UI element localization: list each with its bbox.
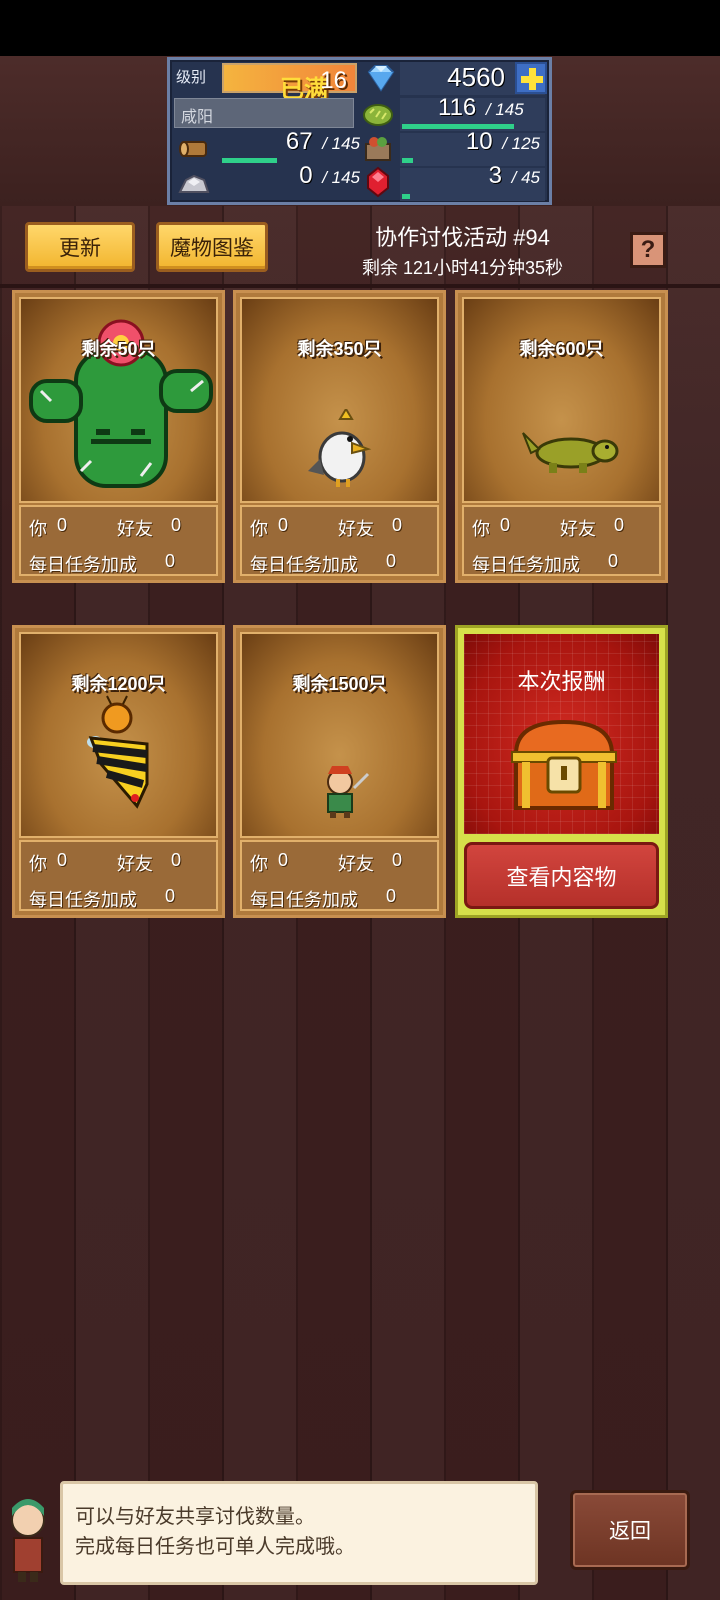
- monster-portrait: 剩余600只: [462, 297, 661, 503]
- friends-count: 0: [171, 850, 182, 870]
- monster-card-lizard[interactable]: 剩余600只 你 0 好友 0 每日任务加成 0: [455, 290, 668, 583]
- ruby-progress-bar: [402, 194, 410, 199]
- crop-current: 116: [438, 94, 477, 121]
- friends-count: 0: [171, 515, 182, 535]
- food-max: / 125: [502, 134, 540, 153]
- daily-bonus-label: 每日任务加成: [29, 555, 137, 575]
- resource-panel: 级别 已满 16 4560 咸阳 116 / 145 67 / 145 10 /…: [167, 57, 552, 205]
- remaining-count: 剩余50只: [81, 339, 156, 359]
- reward-panel: 本次报酬: [464, 634, 659, 834]
- card-stats: 你 0 好友 0 每日任务加成 0: [240, 840, 439, 911]
- ore-icon: [176, 166, 212, 198]
- wood-max: / 145: [322, 134, 360, 153]
- daily-bonus-count: 0: [386, 886, 397, 906]
- help-button[interactable]: ?: [630, 232, 666, 268]
- daily-bonus-label: 每日任务加成: [250, 555, 358, 575]
- monster-card-bandit[interactable]: 剩余1500只 你 0 好友 0 每日任务加成 0: [233, 625, 446, 918]
- level-number: 16: [320, 67, 347, 94]
- level-bar: 已满 16: [222, 63, 357, 103]
- you-label: 你: [472, 519, 490, 539]
- crop-values: 116 / 145: [438, 94, 524, 122]
- daily-bonus-count: 0: [165, 886, 176, 906]
- event-time-remaining: 剩余 121小时41分钟35秒: [361, 258, 564, 278]
- friends-count: 0: [392, 515, 403, 535]
- food-values: 10 / 125: [400, 128, 540, 156]
- ore-max: / 145: [322, 168, 360, 187]
- monster-portrait: 剩余50只: [19, 297, 218, 503]
- friends-label: 好友: [338, 854, 374, 874]
- city-name: 咸阳: [174, 98, 354, 128]
- friends-count: 0: [392, 850, 403, 870]
- lizard-monster-icon: [522, 432, 619, 473]
- daily-bonus-count: 0: [608, 551, 619, 571]
- remaining-count: 剩余600只: [519, 339, 604, 359]
- card-stats: 你 0 好友 0 每日任务加成 0: [19, 505, 218, 576]
- gem-count: 4560: [447, 62, 505, 92]
- crop-icon: [360, 97, 396, 129]
- you-count: 0: [278, 515, 289, 535]
- monster-card-cactus[interactable]: 剩余50只 你 0 好友 0 每日任务加成 0: [12, 290, 225, 583]
- friends-label: 好友: [117, 854, 153, 874]
- card-stats: 你 0 好友 0 每日任务加成 0: [462, 505, 661, 576]
- ruby-values: 3 / 45: [400, 162, 540, 190]
- daily-bonus-count: 0: [386, 551, 397, 571]
- guide-character-avatar: [0, 1490, 56, 1586]
- back-button[interactable]: 返回: [570, 1490, 690, 1570]
- friends-label: 好友: [560, 519, 596, 539]
- you-count: 0: [500, 515, 511, 535]
- ruby-icon: [360, 166, 396, 198]
- card-stats: 你 0 好友 0 每日任务加成 0: [19, 840, 218, 911]
- remaining-count: 剩余350只: [297, 339, 382, 359]
- diamond-icon: [363, 62, 399, 94]
- bird-monster-icon: [308, 409, 372, 487]
- you-label: 你: [250, 519, 268, 539]
- food-icon: [360, 132, 396, 164]
- bee-monster-icon: [87, 695, 149, 809]
- crop-max: / 145: [485, 100, 524, 119]
- ruby-current: 3: [488, 162, 502, 189]
- daily-bonus-label: 每日任务加成: [250, 890, 358, 910]
- remaining-count: 剩余1500只: [292, 674, 387, 694]
- treasure-chest-icon: [511, 719, 617, 810]
- reward-title: 本次报酬: [517, 669, 606, 694]
- tip-line-2: 完成每日任务也可单人完成哦。: [75, 1536, 355, 1558]
- event-title: 协作讨伐活动 #94: [375, 225, 550, 250]
- you-label: 你: [29, 519, 47, 539]
- you-count: 0: [57, 515, 68, 535]
- ruby-max: / 45: [511, 168, 540, 187]
- level-label: 级别: [176, 69, 207, 86]
- friends-count: 0: [614, 515, 625, 535]
- add-gems-button[interactable]: [515, 62, 547, 94]
- card-stats: 你 0 好友 0 每日任务加成 0: [240, 505, 439, 576]
- daily-bonus-label: 每日任务加成: [29, 890, 137, 910]
- you-label: 你: [29, 854, 47, 874]
- you-label: 你: [250, 854, 268, 874]
- wood-values: 67 / 145: [220, 128, 360, 156]
- you-count: 0: [278, 850, 289, 870]
- friends-label: 好友: [338, 519, 374, 539]
- monster-card-bee[interactable]: 剩余1200只 你 0 好友 0 每日任务加成 0: [12, 625, 225, 918]
- tip-line-1: 可以与好友共享讨伐数量。: [75, 1506, 315, 1528]
- ore-current: 0: [299, 162, 313, 189]
- ore-values: 0 / 145: [220, 162, 360, 190]
- wood-current: 67: [285, 128, 313, 155]
- food-current: 10: [465, 128, 493, 155]
- wood-log-icon: [176, 132, 212, 164]
- monster-portrait: 剩余1200只: [19, 632, 218, 838]
- tip-dialog: 可以与好友共享讨伐数量。 完成每日任务也可单人完成哦。: [60, 1481, 538, 1585]
- bandit-monster-icon: [327, 766, 370, 818]
- friends-label: 好友: [117, 519, 153, 539]
- monster-card-bird[interactable]: 剩余350只 你 0 好友 0 每日任务加成 0: [233, 290, 446, 583]
- view-contents-button[interactable]: 查看内容物: [464, 842, 659, 909]
- daily-bonus-label: 每日任务加成: [472, 555, 580, 575]
- refresh-button[interactable]: 更新: [25, 222, 135, 272]
- header-divider: [0, 284, 720, 288]
- monster-portrait: 剩余350只: [240, 297, 439, 503]
- reward-card: 本次报酬 查看内容物: [455, 625, 668, 918]
- you-count: 0: [57, 850, 68, 870]
- daily-bonus-count: 0: [165, 551, 176, 571]
- bestiary-button[interactable]: 魔物图鉴: [156, 222, 268, 272]
- remaining-count: 剩余1200只: [71, 674, 166, 694]
- monster-portrait: 剩余1500只: [240, 632, 439, 838]
